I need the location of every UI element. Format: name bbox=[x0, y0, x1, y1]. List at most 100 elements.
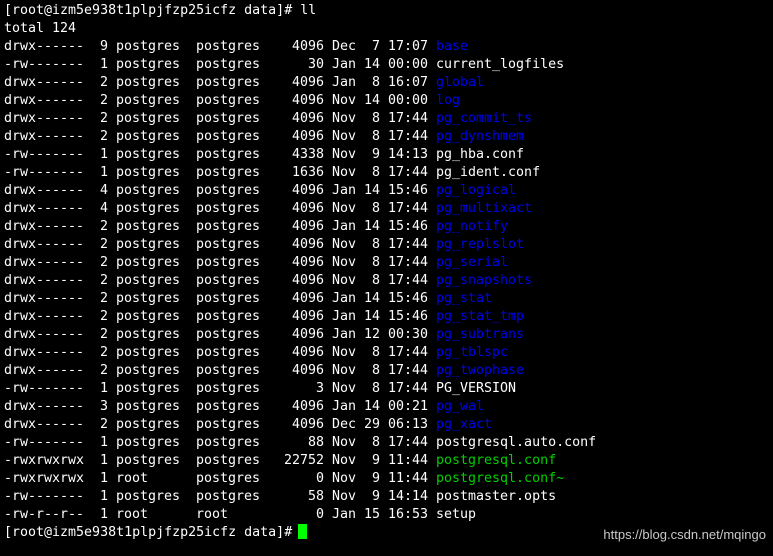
entry-links: 9 bbox=[99, 39, 108, 54]
entry-perm: -rwxrwxrwx bbox=[4, 453, 85, 468]
entry-time: 17:44 bbox=[388, 165, 429, 180]
entry-day: 9 bbox=[371, 147, 380, 162]
entry-time: 17:44 bbox=[388, 237, 429, 252]
entry-day: 8 bbox=[371, 75, 380, 90]
entry-month: Nov bbox=[332, 363, 357, 378]
listing-row: drwx------ 2 postgres postgres 4096 Jan 14 15:4… bbox=[4, 218, 773, 236]
entry-group: postgres bbox=[196, 129, 261, 144]
entry-size: 4096 bbox=[291, 129, 324, 144]
entry-month: Nov bbox=[332, 129, 357, 144]
entry-month: Nov bbox=[332, 165, 357, 180]
entry-month: Nov bbox=[332, 435, 357, 450]
directory-listing: drwx------ 9 postgres postgres 4096 Dec 7 17:07… bbox=[4, 38, 773, 524]
entry-group: postgres bbox=[196, 219, 261, 234]
entry-time: 11:44 bbox=[388, 471, 429, 486]
entry-links: 3 bbox=[99, 399, 108, 414]
entry-size: 4096 bbox=[291, 39, 324, 54]
entry-month: Nov bbox=[332, 273, 357, 288]
entry-time: 00:30 bbox=[388, 327, 429, 342]
entry-perm: -rw------- bbox=[4, 57, 85, 72]
entry-day: 8 bbox=[371, 255, 380, 270]
entry-month: Nov bbox=[332, 93, 357, 108]
entry-time: 11:44 bbox=[388, 453, 429, 468]
entry-owner: postgres bbox=[116, 381, 181, 396]
entry-time: 00:00 bbox=[388, 57, 429, 72]
entry-time: 14:14 bbox=[388, 489, 429, 504]
listing-row: -rw------- 1 postgres postgres 3 Nov 8 17:44 PG_… bbox=[4, 380, 773, 398]
entry-size: 4096 bbox=[291, 417, 324, 432]
entry-links: 1 bbox=[99, 507, 108, 522]
entry-perm: drwx------ bbox=[4, 291, 85, 306]
entry-month: Nov bbox=[332, 111, 357, 126]
entry-size: 4096 bbox=[291, 399, 324, 414]
entry-links: 4 bbox=[99, 201, 108, 216]
entry-day: 8 bbox=[371, 381, 380, 396]
entry-group: postgres bbox=[196, 183, 261, 198]
entry-day: 8 bbox=[371, 165, 380, 180]
entry-links: 2 bbox=[99, 111, 108, 126]
entry-group: postgres bbox=[196, 57, 261, 72]
entry-size: 88 bbox=[307, 435, 324, 450]
entry-month: Jan bbox=[332, 507, 357, 522]
entry-name: pg_notify bbox=[436, 219, 509, 234]
entry-name: pg_serial bbox=[436, 255, 509, 270]
entry-month: Jan bbox=[332, 183, 357, 198]
entry-perm: drwx------ bbox=[4, 219, 85, 234]
entry-time: 17:44 bbox=[388, 381, 429, 396]
entry-perm: -rwxrwxrwx bbox=[4, 471, 85, 486]
entry-time: 17:44 bbox=[388, 345, 429, 360]
entry-size: 4096 bbox=[291, 183, 324, 198]
entry-month: Dec bbox=[332, 417, 357, 432]
entry-name: pg_multixact bbox=[436, 201, 533, 216]
listing-row: drwx------ 2 postgres postgres 4096 Nov 8 17:44… bbox=[4, 128, 773, 146]
entry-links: 1 bbox=[99, 453, 108, 468]
terminal-window[interactable]: [root@izm5e938t1plpjfzp25icfz data]# ll … bbox=[0, 0, 773, 556]
entry-day: 8 bbox=[371, 363, 380, 378]
total-line: total 124 bbox=[4, 21, 77, 36]
entry-group: postgres bbox=[196, 363, 261, 378]
entry-day: 9 bbox=[371, 453, 380, 468]
entry-time: 17:07 bbox=[388, 39, 429, 54]
entry-size: 4338 bbox=[291, 147, 324, 162]
entry-perm: -rw-r--r-- bbox=[4, 507, 85, 522]
entry-owner: postgres bbox=[116, 345, 181, 360]
listing-row: drwx------ 2 postgres postgres 4096 Jan 14 15:4… bbox=[4, 308, 773, 326]
entry-owner: postgres bbox=[116, 165, 181, 180]
entry-month: Nov bbox=[332, 201, 357, 216]
entry-links: 1 bbox=[99, 57, 108, 72]
entry-day: 14 bbox=[364, 291, 381, 306]
entry-links: 2 bbox=[99, 75, 108, 90]
entry-day: 8 bbox=[371, 237, 380, 252]
entry-time: 15:46 bbox=[388, 309, 429, 324]
entry-group: postgres bbox=[196, 255, 261, 270]
entry-day: 8 bbox=[371, 435, 380, 450]
entry-time: 15:46 bbox=[388, 219, 429, 234]
entry-size: 30 bbox=[307, 57, 324, 72]
entry-day: 14 bbox=[364, 219, 381, 234]
entry-links: 2 bbox=[99, 309, 108, 324]
entry-owner: postgres bbox=[116, 57, 181, 72]
entry-name: pg_hba.conf bbox=[436, 147, 525, 162]
entry-links: 2 bbox=[99, 327, 108, 342]
entry-size: 4096 bbox=[291, 309, 324, 324]
entry-day: 8 bbox=[371, 129, 380, 144]
entry-owner: postgres bbox=[116, 201, 181, 216]
entry-group: root bbox=[196, 507, 229, 522]
entry-size: 0 bbox=[315, 471, 324, 486]
entry-perm: drwx------ bbox=[4, 399, 85, 414]
entry-month: Nov bbox=[332, 147, 357, 162]
entry-name: pg_logical bbox=[436, 183, 517, 198]
entry-time: 15:46 bbox=[388, 183, 429, 198]
entry-size: 4096 bbox=[291, 75, 324, 90]
entry-name: pg_twophase bbox=[436, 363, 525, 378]
entry-time: 17:44 bbox=[388, 111, 429, 126]
entry-perm: drwx------ bbox=[4, 345, 85, 360]
entry-day: 8 bbox=[371, 111, 380, 126]
entry-group: postgres bbox=[196, 75, 261, 90]
entry-name: pg_xact bbox=[436, 417, 493, 432]
entry-size: 4096 bbox=[291, 93, 324, 108]
entry-name: postgresql.conf~ bbox=[436, 471, 565, 486]
listing-row: drwx------ 3 postgres postgres 4096 Jan 14 00:2… bbox=[4, 398, 773, 416]
entry-perm: -rw------- bbox=[4, 435, 85, 450]
entry-owner: root bbox=[116, 507, 149, 522]
